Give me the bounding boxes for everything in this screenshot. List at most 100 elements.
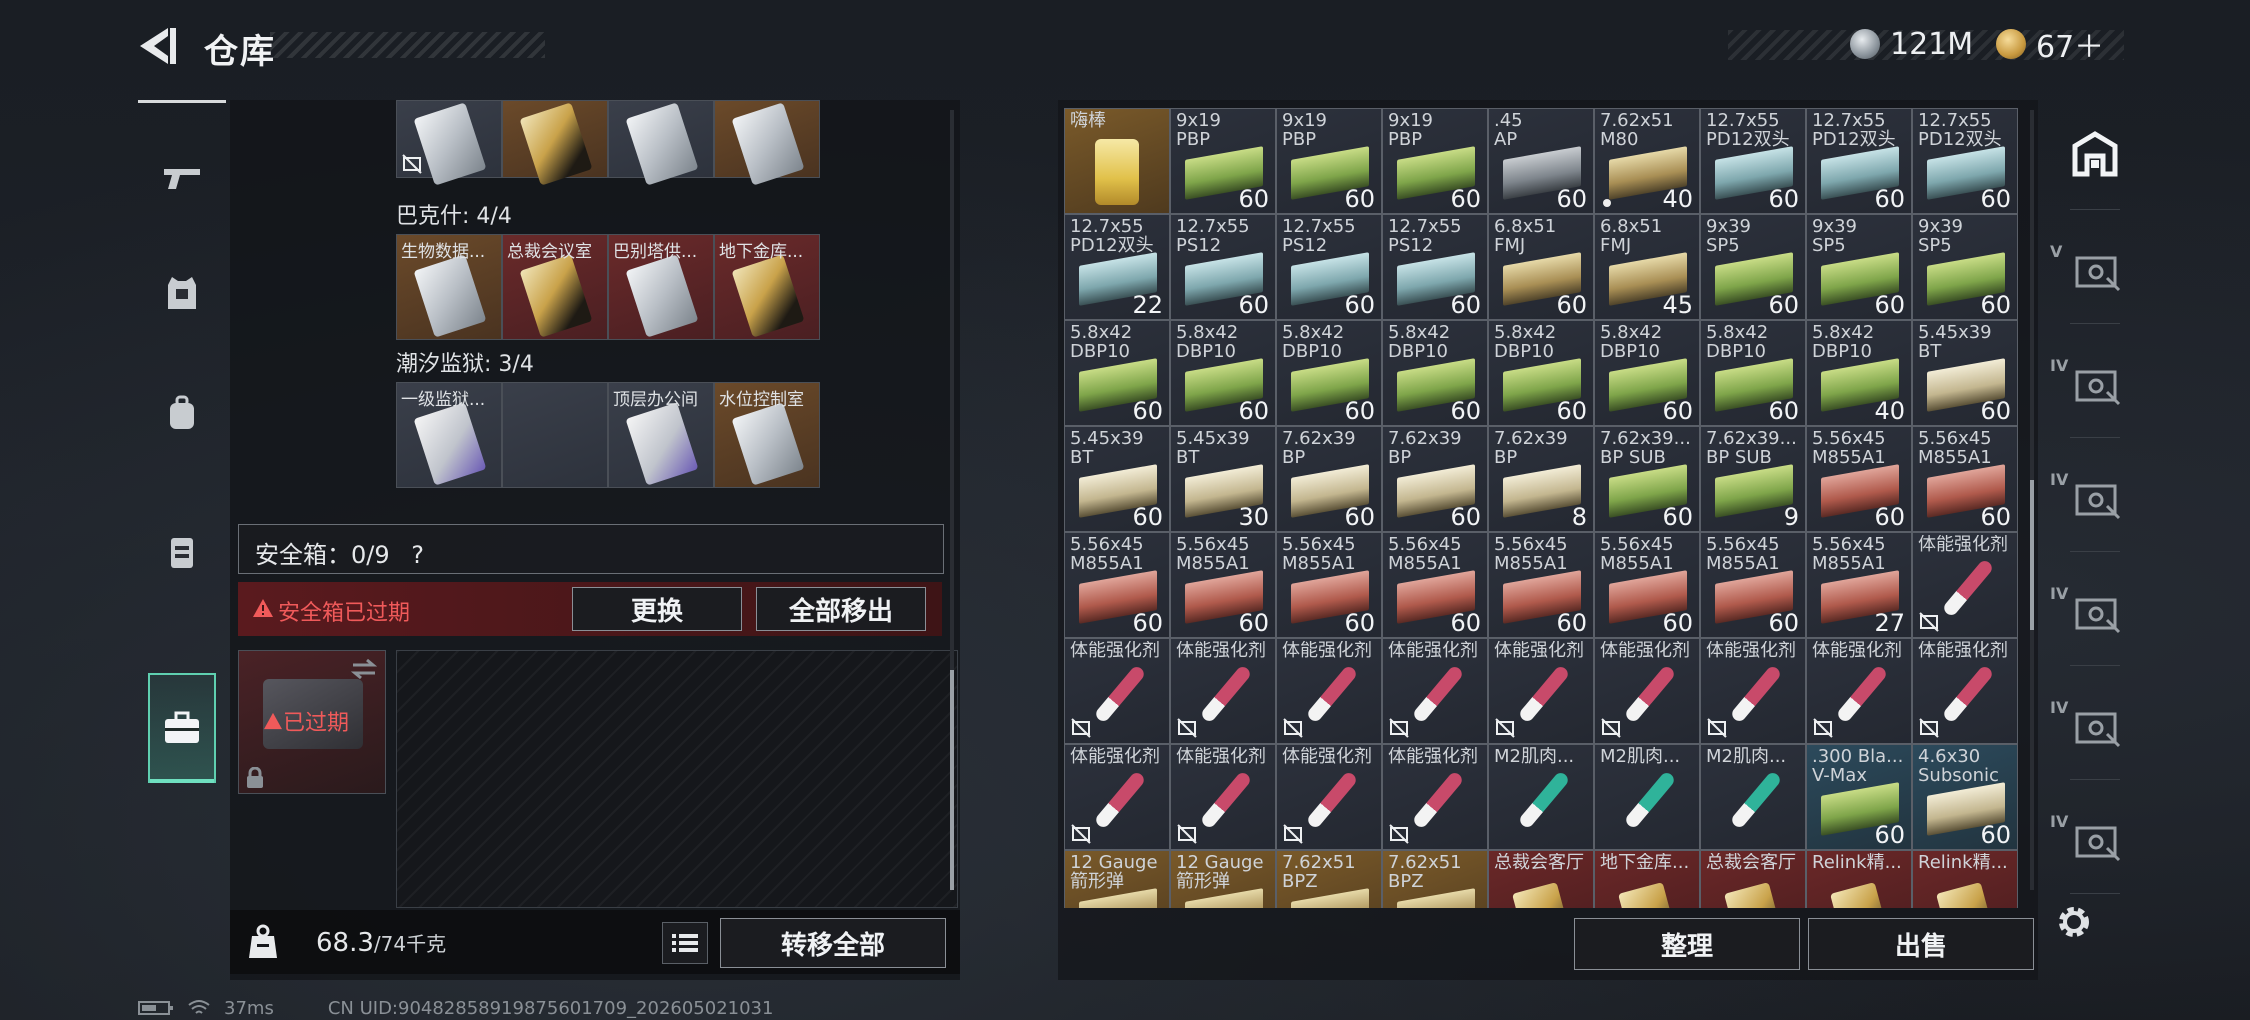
keycard-slot[interactable]: 顶层办公间 xyxy=(608,382,714,488)
tab-backpack[interactable] xyxy=(138,358,226,468)
inventory-item[interactable]: 6.8x51 FMJ 60 xyxy=(1488,214,1594,320)
tab-weapons[interactable] xyxy=(138,123,226,233)
replace-button[interactable]: 更换 xyxy=(572,587,742,631)
keycard-slot[interactable]: 一级监狱... xyxy=(396,382,502,488)
inventory-item[interactable]: 5.56x45 M855A1 27 xyxy=(1806,532,1912,638)
inventory-item[interactable]: 嗨棒 xyxy=(1064,108,1170,214)
inventory-item[interactable]: 体能强化剂 xyxy=(1806,638,1912,744)
inventory-item[interactable]: 体能强化剂 xyxy=(1382,744,1488,850)
move-all-out-button[interactable]: 全部移出 xyxy=(756,587,926,631)
inventory-item[interactable]: M2肌肉... xyxy=(1488,744,1594,850)
inventory-item[interactable]: 5.56x45 M855A1 60 xyxy=(1594,532,1700,638)
inventory-item[interactable]: 5.8x42 DBP10 60 xyxy=(1064,320,1170,426)
tab-armor[interactable] xyxy=(138,238,226,348)
inventory-item[interactable]: 体能强化剂 xyxy=(1912,532,2018,638)
inventory-item[interactable]: 7.62x51 BPZ xyxy=(1276,850,1382,908)
inventory-item[interactable]: 9x39 SP5 60 xyxy=(1912,214,2018,320)
inventory-item[interactable]: 12.7x55 PD12双头 60 xyxy=(1912,108,2018,214)
inventory-item[interactable]: 12.7x55 PD12双头 60 xyxy=(1700,108,1806,214)
inventory-item[interactable]: 体能强化剂 xyxy=(1488,638,1594,744)
swap-icon[interactable] xyxy=(349,657,379,681)
tab-chest-rig[interactable] xyxy=(138,498,226,608)
sort-button[interactable]: 整理 xyxy=(1574,918,1800,970)
transfer-all-button[interactable]: 转移全部 xyxy=(720,918,946,968)
inventory-item[interactable]: 体能强化剂 xyxy=(1912,638,2018,744)
safebox-grid[interactable] xyxy=(396,650,958,908)
left-scrollbar-thumb[interactable] xyxy=(950,670,954,890)
warehouse-tab-7[interactable]: IV xyxy=(2040,784,2150,894)
warehouse-tab-2[interactable]: V xyxy=(2040,214,2150,324)
inventory-item[interactable]: .300 Bla... V-Max 60 xyxy=(1806,744,1912,850)
inventory-item[interactable]: 7.62x51 M80 40 xyxy=(1594,108,1700,214)
inventory-item[interactable]: 5.8x42 DBP10 60 xyxy=(1382,320,1488,426)
inventory-item[interactable]: 5.56x45 M855A1 60 xyxy=(1806,426,1912,532)
inventory-item[interactable]: 5.56x45 M855A1 60 xyxy=(1170,532,1276,638)
keycard-slot[interactable] xyxy=(396,100,502,186)
inventory-item[interactable]: 7.62x39... BP SUB 60 xyxy=(1594,426,1700,532)
settings-button[interactable] xyxy=(2052,900,2096,944)
inventory-item[interactable]: 7.62x39 BP 8 xyxy=(1488,426,1594,532)
inventory-item[interactable]: 体能强化剂 xyxy=(1170,744,1276,850)
keycard-slot[interactable] xyxy=(714,100,820,186)
inventory-item[interactable]: 5.45x39 BT 60 xyxy=(1912,320,2018,426)
inventory-item[interactable]: 7.62x51 BPZ xyxy=(1382,850,1488,908)
warehouse-tab-3[interactable]: IV xyxy=(2040,328,2150,438)
inventory-item[interactable]: M2肌肉... xyxy=(1700,744,1806,850)
inventory-item[interactable]: 12.7x55 PD12双头 60 xyxy=(1806,108,1912,214)
inventory-item[interactable]: 地下金库... xyxy=(1594,850,1700,908)
inventory-item[interactable]: 12 Gauge 箭形弹 xyxy=(1064,850,1170,908)
inventory-item[interactable]: 5.56x45 M855A1 60 xyxy=(1700,532,1806,638)
keycard-slot[interactable]: 生物数据... xyxy=(396,234,502,340)
keycard-slot[interactable]: 水位控制室 xyxy=(714,382,820,488)
inventory-item[interactable]: 12.7x55 PD12双头 22 xyxy=(1064,214,1170,320)
inventory-item[interactable]: 体能强化剂 xyxy=(1064,638,1170,744)
inventory-item[interactable]: .45 AP 60 xyxy=(1488,108,1594,214)
inventory-item[interactable]: 6.8x51 FMJ 45 xyxy=(1594,214,1700,320)
sell-button[interactable]: 出售 xyxy=(1808,918,2034,970)
inventory-item[interactable]: 12.7x55 PS12 60 xyxy=(1382,214,1488,320)
keycard-slot[interactable]: 地下金库... xyxy=(714,234,820,340)
inventory-item[interactable]: 9x19 PBP 60 xyxy=(1276,108,1382,214)
inventory-item[interactable]: 5.45x39 BT 60 xyxy=(1064,426,1170,532)
back-button[interactable] xyxy=(134,22,182,70)
keycard-slot[interactable] xyxy=(502,100,608,186)
inventory-item[interactable]: 9x39 SP5 60 xyxy=(1806,214,1912,320)
list-view-button[interactable] xyxy=(662,922,708,964)
keycard-slot[interactable] xyxy=(502,382,608,488)
inventory-item[interactable]: 9x19 PBP 60 xyxy=(1382,108,1488,214)
inventory-item[interactable]: 5.56x45 M855A1 60 xyxy=(1064,532,1170,638)
inventory-item[interactable]: 5.56x45 M855A1 60 xyxy=(1382,532,1488,638)
inventory-item[interactable]: 12.7x55 PS12 60 xyxy=(1170,214,1276,320)
inventory-item[interactable]: 5.8x42 DBP10 60 xyxy=(1488,320,1594,426)
inventory-item[interactable]: 9x19 PBP 60 xyxy=(1170,108,1276,214)
inventory-item[interactable]: 体能强化剂 xyxy=(1594,638,1700,744)
inventory-item[interactable]: 5.8x42 DBP10 60 xyxy=(1170,320,1276,426)
inventory-item[interactable]: 5.8x42 DBP10 60 xyxy=(1276,320,1382,426)
inventory-item[interactable]: 体能强化剂 xyxy=(1276,638,1382,744)
inventory-item[interactable]: 体能强化剂 xyxy=(1170,638,1276,744)
inventory-item[interactable]: 7.62x39 BP 60 xyxy=(1276,426,1382,532)
currency-gold[interactable]: 67＋ xyxy=(1996,24,2104,65)
inventory-item[interactable]: 体能强化剂 xyxy=(1276,744,1382,850)
inventory-item[interactable]: 5.56x45 M855A1 60 xyxy=(1912,426,2018,532)
inventory-item[interactable]: 7.62x39 BP 60 xyxy=(1382,426,1488,532)
inventory-item[interactable]: M2肌肉... xyxy=(1594,744,1700,850)
keycard-slot[interactable]: 总裁会议室 xyxy=(502,234,608,340)
inventory-item[interactable]: 5.56x45 M855A1 60 xyxy=(1276,532,1382,638)
currency-silver[interactable]: 121M xyxy=(1850,24,1973,64)
warehouse-tab-1[interactable] xyxy=(2040,100,2150,210)
warehouse-tab-4[interactable]: IV xyxy=(2040,442,2150,552)
inventory-item[interactable]: 体能强化剂 xyxy=(1064,744,1170,850)
inventory-item[interactable]: 体能强化剂 xyxy=(1700,638,1806,744)
keycard-slot[interactable]: 巴别塔供... xyxy=(608,234,714,340)
inventory-item[interactable]: 4.6x30 Subsonic 60 xyxy=(1912,744,2018,850)
inventory-item[interactable]: 体能强化剂 xyxy=(1382,638,1488,744)
inventory-item[interactable]: 5.8x42 DBP10 60 xyxy=(1700,320,1806,426)
inventory-item[interactable]: 12.7x55 PS12 60 xyxy=(1276,214,1382,320)
inventory-item[interactable]: 5.8x42 DBP10 60 xyxy=(1594,320,1700,426)
inventory-item[interactable]: 5.56x45 M855A1 60 xyxy=(1488,532,1594,638)
tab-safebox[interactable] xyxy=(148,673,216,783)
inventory-item[interactable]: 9x39 SP5 60 xyxy=(1700,214,1806,320)
inventory-item[interactable]: 总裁会客厅 xyxy=(1700,850,1806,908)
warehouse-tab-5[interactable]: IV xyxy=(2040,556,2150,666)
